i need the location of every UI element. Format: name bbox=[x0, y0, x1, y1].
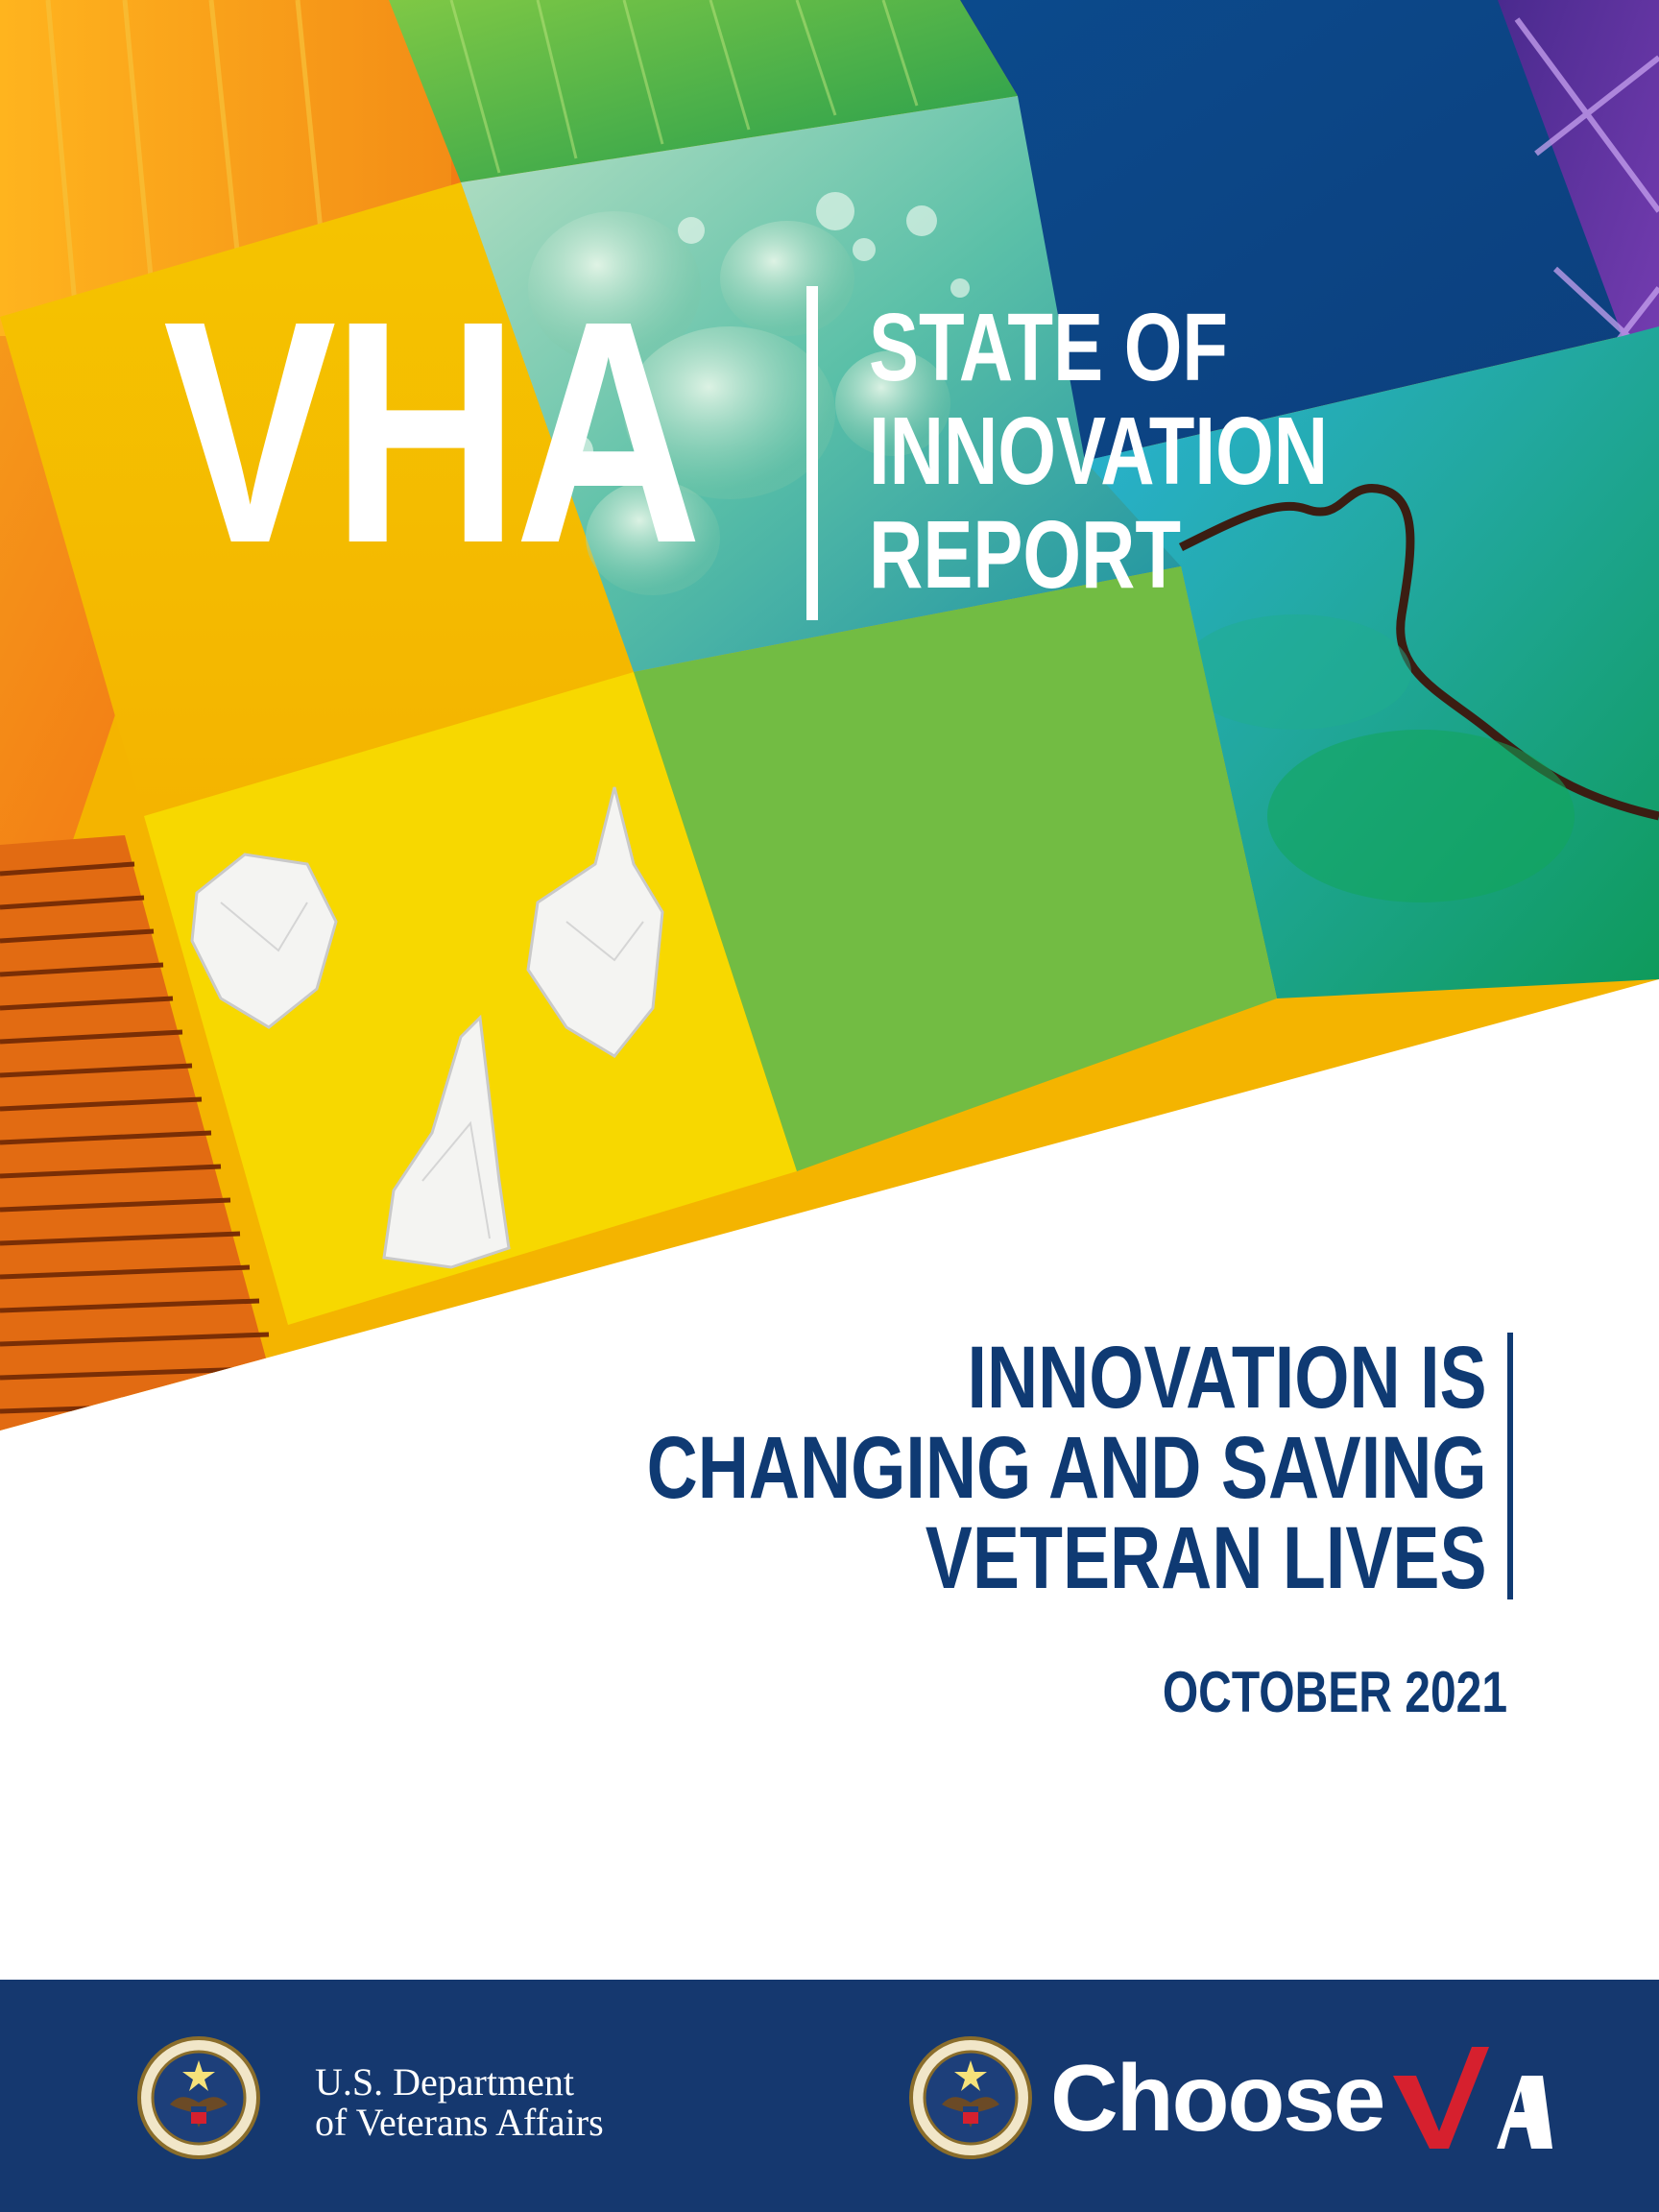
choose-va-word: Choose bbox=[1050, 2045, 1385, 2151]
report-cover: VHA STATE OF INNOVATION REPORT INNOVATIO… bbox=[0, 0, 1659, 2212]
subtitle-block: INNOVATION IS CHANGING AND SAVING VETERA… bbox=[430, 1333, 1513, 1603]
va-seal-icon bbox=[137, 2036, 260, 2159]
department-name-line: of Veterans Affairs bbox=[315, 2101, 604, 2144]
subtitle-line: INNOVATION IS bbox=[967, 1329, 1487, 1427]
subtitle-divider bbox=[1507, 1333, 1513, 1599]
subtitle-line: VETERAN LIVES bbox=[925, 1509, 1487, 1607]
report-title-line: INNOVATION bbox=[869, 397, 1329, 505]
vha-acronym: VHA bbox=[163, 254, 702, 609]
va-checkmark-logo-icon bbox=[1393, 2047, 1553, 2149]
department-name-line: U.S. Department bbox=[315, 2060, 574, 2104]
report-title-line: REPORT bbox=[869, 501, 1182, 609]
footer-bar: U.S. Department of Veterans Affairs Choo… bbox=[0, 1980, 1659, 2212]
cover-image-mosaic bbox=[0, 0, 1659, 1440]
publication-date: OCTOBER 2021 bbox=[1162, 1660, 1507, 1724]
subtitle-line: CHANGING AND SAVING bbox=[646, 1419, 1487, 1517]
department-name: U.S. Department of Veterans Affairs bbox=[315, 2062, 604, 2143]
report-title: STATE OF INNOVATION REPORT bbox=[869, 296, 1328, 607]
report-title-line: STATE OF bbox=[869, 294, 1229, 401]
choose-va-logo: Choose bbox=[1050, 2035, 1553, 2160]
subtitle: INNOVATION IS CHANGING AND SAVING VETERA… bbox=[647, 1333, 1513, 1603]
va-seal-icon bbox=[909, 2036, 1032, 2159]
title-divider bbox=[806, 286, 818, 620]
